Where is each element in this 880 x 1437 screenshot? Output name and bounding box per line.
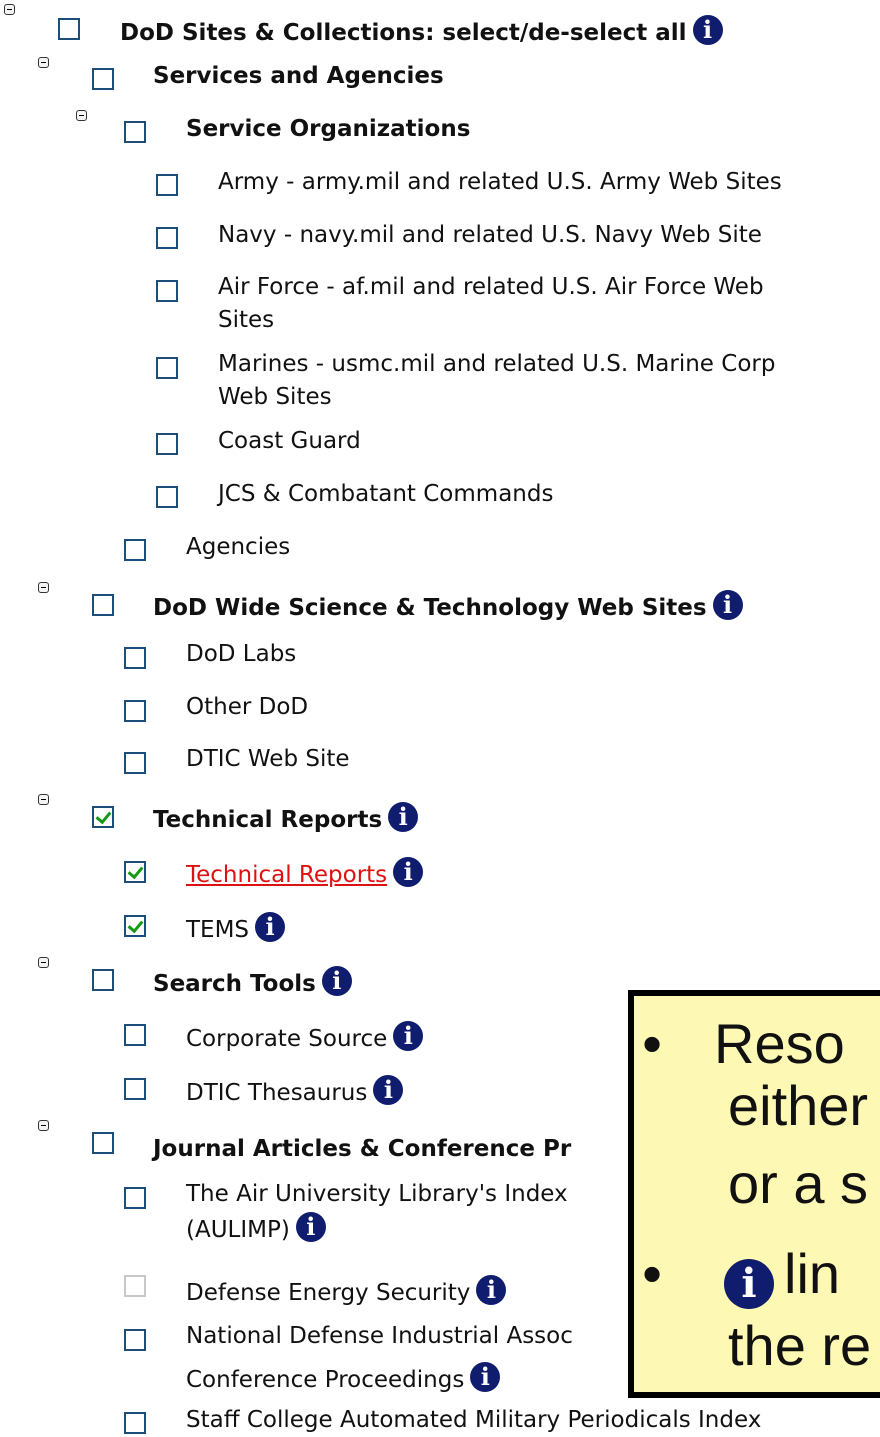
tree-item-corporate-source: Corporate Source i <box>186 1021 424 1056</box>
tree-item-label: Corporate Source <box>186 1026 388 1052</box>
collapse-toggle-tech-reports[interactable] <box>38 794 49 805</box>
tree-item-other-dod: Other DoD <box>186 694 309 720</box>
tree-item-coast-guard: Coast Guard <box>218 428 361 454</box>
checkbox-navy[interactable] <box>156 227 178 249</box>
tree-item-tech-reports-group: Technical Reports i <box>153 802 419 837</box>
callout-line-2: either <box>728 1074 869 1137</box>
tree-item-agencies: Agencies <box>186 534 291 560</box>
info-icon: i <box>724 1259 774 1309</box>
tree-item-search-tools: Search Tools i <box>153 966 352 1001</box>
info-icon[interactable]: i <box>295 1212 326 1242</box>
tree-item-air-force-cont: Sites <box>218 307 275 333</box>
info-icon[interactable]: i <box>470 1362 501 1392</box>
checkbox-tech-reports[interactable] <box>124 861 146 883</box>
tree-item-dod-wide: DoD Wide Science & Technology Web Sites i <box>153 590 743 625</box>
tree-item-dtic-thesaurus: DTIC Thesaurus i <box>186 1075 404 1110</box>
tree-item-dod-labs: DoD Labs <box>186 641 297 667</box>
checkbox-other-dod[interactable] <box>124 700 146 722</box>
tree-item-staff-college: Staff College Automated Military Periodi… <box>186 1407 762 1433</box>
checkbox-service-orgs[interactable] <box>124 121 146 143</box>
checkbox-jcs[interactable] <box>156 486 178 508</box>
tree-item-label: Conference Proceedings <box>186 1367 465 1393</box>
checkbox-air-force[interactable] <box>156 280 178 302</box>
checkbox-staff-college[interactable] <box>124 1412 146 1434</box>
checkbox-dod-labs[interactable] <box>124 647 146 669</box>
callout-text: lin <box>784 1242 841 1305</box>
collapse-toggle-search-tools[interactable] <box>38 957 49 968</box>
callout-box: • Reso either or a s • i lin the re <box>628 990 880 1398</box>
checkbox-dod-wide[interactable] <box>92 594 114 616</box>
info-icon[interactable]: i <box>373 1075 404 1105</box>
tree-item-dtic-web-site: DTIC Web Site <box>186 746 350 772</box>
tree-item-ndia-cont: Conference Proceedings i <box>186 1362 501 1397</box>
checkbox-select-all[interactable] <box>58 18 80 40</box>
collapse-toggle-journal[interactable] <box>38 1120 49 1131</box>
tree-item-defense-energy: Defense Energy Security i <box>186 1275 507 1310</box>
checkbox-services-agencies[interactable] <box>92 68 114 90</box>
tree-item-tech-reports: Technical Reports i <box>186 857 424 892</box>
checkbox-journal-articles[interactable] <box>92 1132 114 1154</box>
checkbox-dtic-web-site[interactable] <box>124 752 146 774</box>
checkbox-search-tools[interactable] <box>92 969 114 991</box>
tree-item-tems: TEMS i <box>186 912 286 947</box>
tree-item-army: Army - army.mil and related U.S. Army We… <box>218 169 782 195</box>
info-icon[interactable]: i <box>255 912 286 942</box>
tree-item-label: Technical Reports <box>153 807 383 833</box>
checkbox-aulimp[interactable] <box>124 1187 146 1209</box>
callout-line-5: the re <box>728 1314 872 1377</box>
checkbox-tems[interactable] <box>124 915 146 937</box>
checkbox-ndia[interactable] <box>124 1329 146 1351</box>
tree-item-root: DoD Sites & Collections: select/de-selec… <box>120 15 723 50</box>
tree-item-ndia: National Defense Industrial Assoc <box>186 1323 573 1349</box>
callout-line-3: or a s <box>728 1152 869 1215</box>
info-icon[interactable]: i <box>393 857 424 887</box>
checkbox-tech-reports-group[interactable] <box>92 806 114 828</box>
info-icon[interactable]: i <box>321 966 352 996</box>
callout-line-4: • i lin <box>642 1242 841 1309</box>
info-icon[interactable]: i <box>388 802 419 832</box>
tree-item-label: (AULIMP) <box>186 1217 290 1243</box>
tree-item-aulimp: The Air University Library's Index <box>186 1181 568 1207</box>
tree-item-label: Defense Energy Security <box>186 1280 471 1306</box>
checkbox-defense-energy <box>124 1275 146 1297</box>
checkbox-coast-guard[interactable] <box>156 433 178 455</box>
collapse-toggle-root[interactable] <box>4 4 15 15</box>
info-icon[interactable]: i <box>712 590 743 620</box>
checkbox-dtic-thesaurus[interactable] <box>124 1078 146 1100</box>
tree-item-label: DoD Sites & Collections: select/de-selec… <box>120 20 687 46</box>
tree-item-label: DoD Wide Science & Technology Web Sites <box>153 595 707 621</box>
tree-item-label: DTIC Thesaurus <box>186 1080 368 1106</box>
collapse-toggle-services[interactable] <box>38 57 49 68</box>
checkbox-marines[interactable] <box>156 357 178 379</box>
info-icon[interactable]: i <box>476 1275 507 1305</box>
checkbox-corporate-source[interactable] <box>124 1024 146 1046</box>
tree-item-aulimp-cont: (AULIMP) i <box>186 1212 326 1247</box>
callout-text: Reso <box>714 1012 845 1075</box>
tree-item-services-agencies: Services and Agencies <box>153 63 444 89</box>
tree-item-label: Search Tools <box>153 971 316 997</box>
tech-reports-link[interactable]: Technical Reports <box>186 862 387 888</box>
tree-item-marines-cont: Web Sites <box>218 384 332 410</box>
tree-item-service-orgs: Service Organizations <box>186 116 471 142</box>
tree-item-label: TEMS <box>186 917 250 943</box>
tree-item-jcs: JCS & Combatant Commands <box>218 481 554 507</box>
tree-item-marines: Marines - usmc.mil and related U.S. Mari… <box>218 351 776 377</box>
collapse-toggle-dod-wide[interactable] <box>38 582 49 593</box>
info-icon[interactable]: i <box>393 1021 424 1051</box>
tree-item-navy: Navy - navy.mil and related U.S. Navy We… <box>218 222 762 248</box>
tree-item-journal-articles: Journal Articles & Conference Pr <box>153 1136 572 1162</box>
collapse-toggle-service-orgs[interactable] <box>76 110 87 121</box>
checkbox-army[interactable] <box>156 174 178 196</box>
tree-item-air-force: Air Force - af.mil and related U.S. Air … <box>218 274 764 300</box>
checkbox-agencies[interactable] <box>124 539 146 561</box>
info-icon[interactable]: i <box>692 15 723 45</box>
callout-line-1: • Reso <box>642 1012 845 1075</box>
